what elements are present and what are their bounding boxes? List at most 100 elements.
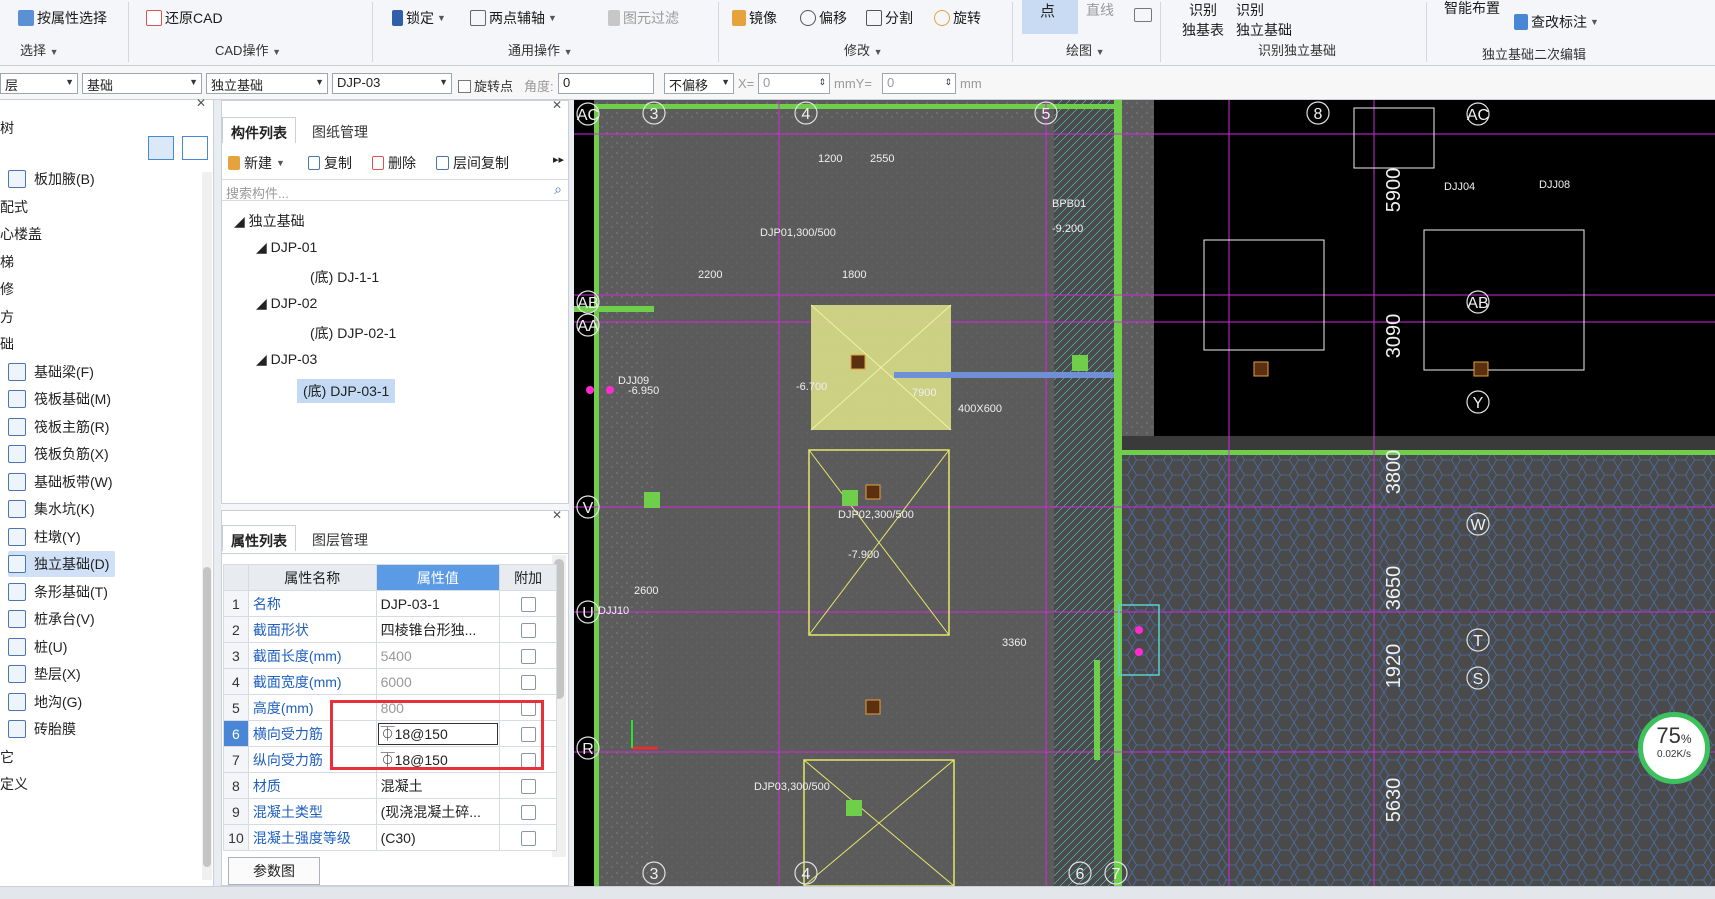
x-offset-input[interactable]: 0 ⇕ [758,73,830,94]
property-value[interactable]: 6000 [375,668,501,695]
smart-layout-button[interactable]: 智能布置 [1444,0,1500,18]
table-row[interactable]: 6 横向受力筋 ⏁18@150 [223,720,557,747]
sidebar-item[interactable]: 定义 [0,771,28,797]
sidebar-item[interactable]: 心楼盖 [0,221,42,247]
check-label-button[interactable]: 查改标注 ▼ [1514,12,1599,32]
table-row[interactable]: 9 混凝土类型 (现浇混凝土碎... [223,798,557,825]
tree-leaf-djp-03-1-selected[interactable]: (底) DJP-03-1 [297,379,396,403]
extra-checkbox[interactable] [499,824,557,851]
tab-drawing-manage[interactable]: 图纸管理 [304,117,376,143]
two-point-axis-button[interactable]: 两点辅轴 ▼ [470,8,557,28]
tree-node-root[interactable]: ◢ 独立基础 [234,211,305,231]
extra-checkbox[interactable] [499,694,557,721]
close-icon[interactable]: ✕ [552,98,562,112]
scrollbar-thumb[interactable] [203,567,211,867]
lock-button[interactable]: 锁定 ▼ [392,8,446,28]
restore-cad-button[interactable]: 还原CAD [146,8,223,28]
rotate-point-checkbox[interactable]: 旋转点 [458,76,513,95]
table-row[interactable]: 10 混凝土强度等级 (C30) [223,824,557,851]
parameter-diagram-button[interactable]: 参数图 [228,857,320,885]
extra-checkbox[interactable] [499,772,557,799]
search-icon[interactable]: ⌕ [554,181,562,198]
delete-button[interactable]: 删除 [372,153,416,173]
sidebar-item[interactable]: 基础梁(F) [8,359,94,385]
sidebar-item[interactable]: 砖胎膜 [8,716,76,742]
point-draw-button[interactable]: 点 [1022,0,1078,34]
table-row[interactable]: 7 纵向受力筋 ⏁18@150 [223,746,557,773]
sidebar-item[interactable]: 配式 [0,194,28,220]
line-draw-button[interactable]: 直线 [1086,0,1114,20]
close-icon[interactable]: ✕ [552,508,562,522]
extra-checkbox[interactable] [499,798,557,825]
extra-checkbox[interactable] [499,668,557,695]
property-value[interactable]: ⏁18@150 [375,720,501,747]
property-value[interactable]: 四棱锥台形独... [375,616,501,643]
sidebar-item[interactable]: 条形基础(T) [8,579,108,605]
group-draw-label[interactable]: 绘图 ▼ [1066,40,1105,59]
tree-leaf-djp-02-1[interactable]: (底) DJP-02-1 [310,323,396,343]
table-row[interactable]: 1 名称 DJP-03-1 [223,590,557,617]
tree-node-djp02[interactable]: ◢ DJP-02 [256,295,317,312]
extra-checkbox[interactable] [499,590,557,617]
tree-node-djp01[interactable]: ◢ DJP-01 [256,239,317,256]
identify-foundation-button[interactable]: 识别 独立基础 [1236,0,1292,40]
sidebar-item[interactable]: 柱墩(Y) [8,524,81,550]
sidebar-item[interactable]: 筏板负筋(X) [8,441,109,467]
sidebar-item[interactable]: 修 [0,276,14,302]
mirror-button[interactable]: 镜像 [732,8,777,28]
sidebar-item[interactable]: 桩(U) [8,634,67,660]
floor-copy-button[interactable]: 层间复制 [436,153,509,173]
category-select[interactable]: 基础 ▼ [82,73,202,94]
group-select-label[interactable]: 选择 ▼ [20,40,59,59]
table-row[interactable]: 2 截面形状 四棱锥台形独... [223,616,557,643]
extra-checkbox[interactable] [499,746,557,773]
component-name-select[interactable]: DJP-03 ▼ [332,73,452,94]
table-row[interactable]: 4 截面宽度(mm) 6000 [223,668,557,695]
sidebar-item[interactable]: 桩承台(V) [8,606,95,632]
sidebar-item[interactable]: 梯 [0,249,14,275]
tree-scrollbar[interactable] [202,172,212,880]
copy-button[interactable]: 复制 [308,153,352,173]
close-icon[interactable]: ✕ [196,96,206,110]
layer-select[interactable]: 层 ▼ [0,73,78,94]
extra-checkbox[interactable] [499,642,557,669]
more-icon[interactable]: ▸▸ [553,153,564,166]
table-row[interactable]: 5 高度(mm) 800 [223,694,557,721]
select-by-attribute-button[interactable]: 按属性选择 [18,8,107,28]
sidebar-item[interactable]: 独立基础(D) [8,551,116,577]
search-input[interactable]: 搜索构件... [226,183,289,202]
list-view-icon[interactable] [148,136,174,160]
property-value[interactable]: 混凝土 [375,772,501,799]
sidebar-item[interactable]: 地沟(G) [8,689,82,715]
property-value[interactable]: 5400 [375,642,501,669]
y-offset-input[interactable]: 0 ⇕ [882,73,956,94]
tab-property-list[interactable]: 属性列表 [222,525,296,551]
sidebar-item[interactable]: 集水坑(K) [8,496,95,522]
table-row[interactable]: 8 材质 混凝土 [223,772,557,799]
property-value[interactable]: (C30) [375,824,501,851]
identify-table-button[interactable]: 识别 独基表 [1182,0,1224,40]
sidebar-item[interactable]: 基础板带(W) [8,469,113,495]
property-value[interactable]: (现浇混凝土碎... [375,798,501,825]
group-general-ops-label[interactable]: 通用操作 ▼ [508,40,573,59]
cad-drawing-canvas[interactable]: 3 4 5 8 3 4 6 7 AC AB AA V U R AC AB Y W T S 5900 3090 3800 36… [574,100,1715,886]
group-modify-label[interactable]: 修改 ▼ [844,40,883,59]
offset-mode-select[interactable]: 不偏移 ▼ [664,73,734,94]
property-value[interactable]: DJP-03-1 [375,590,501,617]
property-value[interactable]: 800 [375,694,501,721]
group-cad-ops-label[interactable]: CAD操作 ▼ [215,40,281,59]
search-box[interactable]: 搜索构件... ⌕ [222,179,568,201]
new-button[interactable]: 新建 ▼ [228,153,285,173]
extra-checkbox[interactable] [499,616,557,643]
table-row[interactable]: 3 截面长度(mm) 5400 [223,642,557,669]
draw-shape-button[interactable] [1134,8,1152,22]
tree-node-djp03[interactable]: ◢ DJP-03 [256,351,317,368]
tree-leaf-dj-1-1[interactable]: (底) DJ-1-1 [310,267,379,287]
tab-component-list[interactable]: 构件列表 [222,117,296,143]
extra-checkbox[interactable] [499,720,557,747]
angle-input[interactable]: 0 [558,73,654,94]
sidebar-item[interactable]: 方 [0,304,14,330]
tab-layer-manage[interactable]: 图层管理 [304,525,376,551]
sidebar-item[interactable]: 板加腋(B) [8,166,95,192]
property-value[interactable]: ⏁18@150 [375,746,501,773]
